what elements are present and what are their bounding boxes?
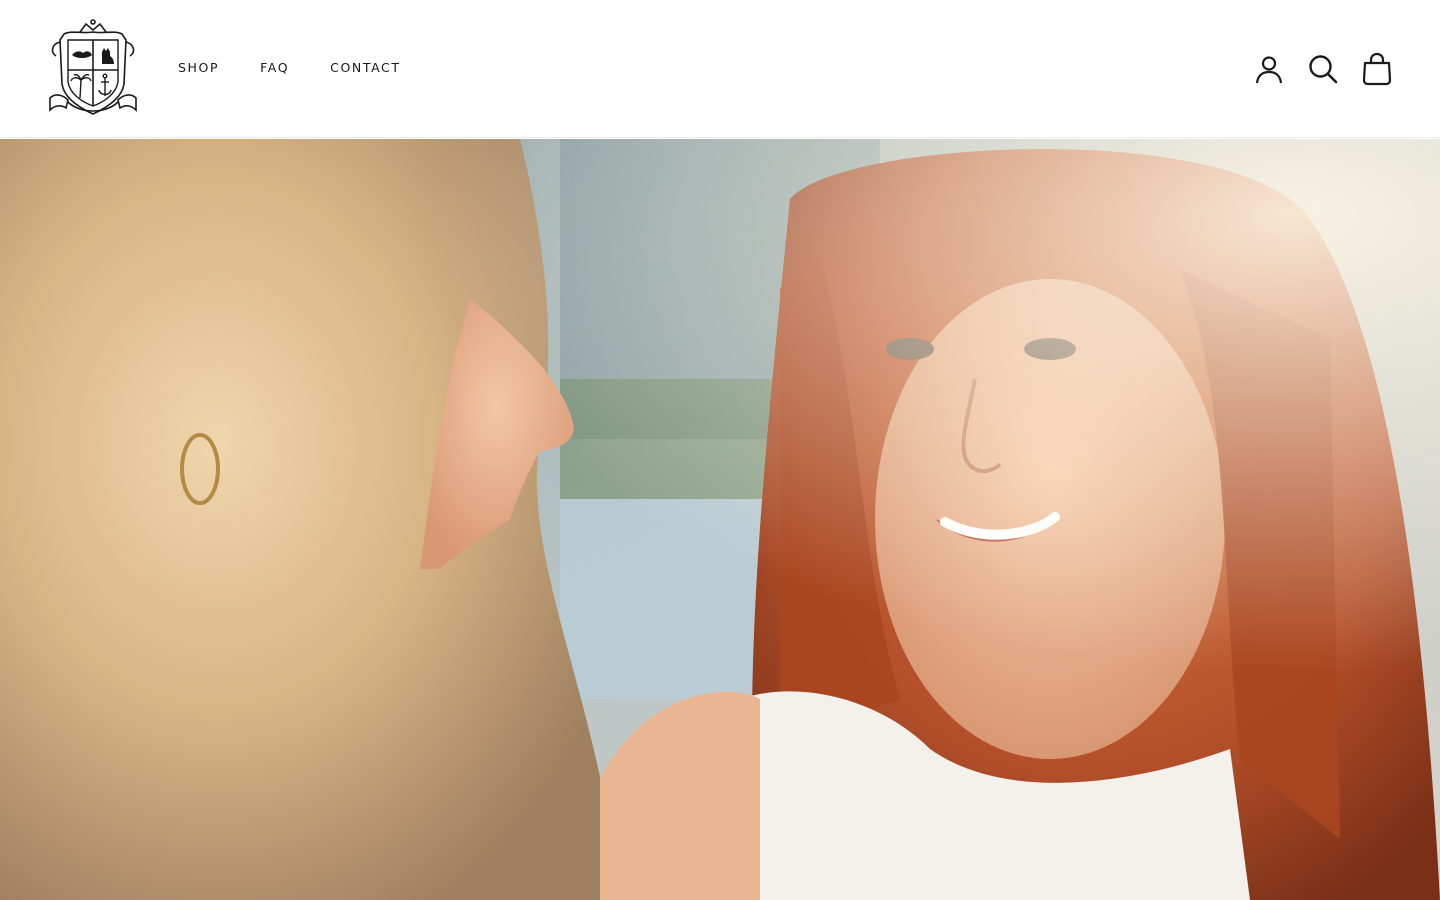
crest-logo[interactable]: [46, 18, 140, 120]
nav-item-faq[interactable]: FAQ: [260, 60, 289, 76]
account-icon: [1255, 56, 1283, 84]
main-nav: SHOP FAQ CONTACT: [178, 60, 401, 76]
header-actions: [1254, 52, 1392, 86]
hero-photo: [0, 139, 1440, 900]
site-header: SHOP FAQ CONTACT: [0, 0, 1440, 138]
hero-image: [0, 139, 1440, 900]
cart-button[interactable]: [1362, 52, 1392, 86]
nav-item-contact[interactable]: CONTACT: [330, 60, 400, 76]
cart-icon: [1362, 52, 1392, 86]
crest-icon: [49, 19, 137, 115]
nav-item-shop[interactable]: SHOP: [178, 60, 219, 76]
account-button[interactable]: [1254, 52, 1284, 86]
search-icon: [1309, 55, 1338, 84]
search-button[interactable]: [1308, 52, 1338, 86]
